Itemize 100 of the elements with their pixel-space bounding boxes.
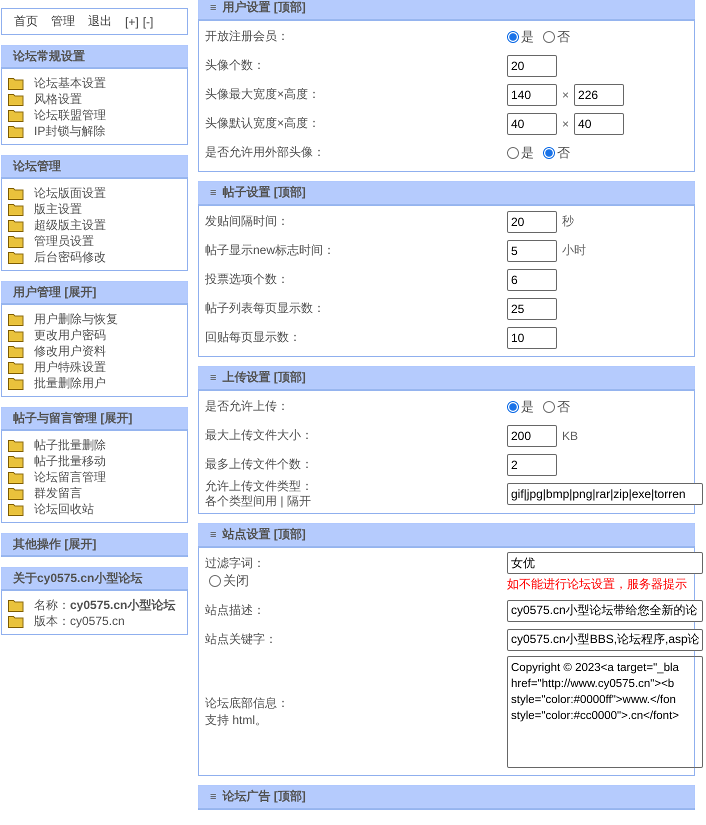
unit-label: 小时 (562, 242, 586, 259)
times-sign: × (562, 88, 570, 102)
nav-link[interactable]: 退出 (88, 13, 112, 30)
folder-icon (8, 454, 24, 468)
input-field[interactable]: gif|jpg|bmp|png|rar|zip|exe|torren (507, 483, 703, 505)
sidebar-header[interactable]: 用户管理 [展开] (1, 281, 188, 305)
setting-label: 论坛底部信息： (205, 695, 290, 712)
section-title[interactable]: 论坛广告 [顶部] (222, 788, 306, 805)
input-field[interactable]: 20 (507, 54, 557, 76)
input-field[interactable]: 20 (507, 210, 557, 232)
sidebar-item[interactable]: 版主设置 (34, 200, 82, 218)
menu-icon: ≡ (210, 790, 216, 802)
folder-icon (8, 328, 24, 342)
menu-icon: ≡ (210, 186, 216, 198)
setting-label: 帖子列表每页显示数： (205, 300, 326, 317)
sidebar-item[interactable]: 用户特殊设置 (34, 358, 106, 376)
sidebar-item[interactable]: 名称：cy0575.cn小型论坛 (34, 596, 176, 614)
folder-icon (8, 250, 24, 264)
radio-option[interactable]: 否 (543, 398, 570, 416)
menu-icon: ≡ (210, 528, 216, 540)
setting-label: 是否允许用外部头像： (205, 144, 326, 161)
setting-label: 开放注册会员： (205, 28, 290, 45)
input-field[interactable]: 10 (507, 326, 557, 348)
folder-icon (8, 344, 24, 358)
folder-icon (8, 312, 24, 326)
sidebar-item[interactable]: 帖子批量移动 (34, 452, 106, 470)
nav-link[interactable]: [+] (125, 14, 139, 28)
setting-note: 支持 html。 (205, 712, 268, 729)
folder-icon (8, 486, 24, 500)
sidebar-header[interactable]: 论坛管理 (1, 155, 188, 179)
nav-link[interactable]: [-] (142, 14, 154, 28)
times-sign: × (562, 116, 570, 130)
setting-label: 回贴每页显示数： (205, 329, 302, 346)
nav-link[interactable]: 首页 (14, 13, 38, 30)
sidebar-item[interactable]: 修改用户资料 (34, 342, 106, 360)
section-title[interactable]: 帖子设置 [顶部] (222, 184, 306, 201)
setting-label: 头像默认宽度×高度： (205, 115, 322, 132)
radio-option[interactable]: 否 (543, 28, 570, 46)
setting-label: 允许上传文件类型： (205, 479, 314, 494)
sidebar-item[interactable]: 风格设置 (34, 90, 82, 108)
section-title[interactable]: 站点设置 [顶部] (222, 526, 306, 543)
sidebar-header[interactable]: 其他操作 [展开] (1, 533, 188, 557)
radio-option[interactable]: 否 (543, 144, 570, 162)
sidebar-item[interactable]: IP封锁与解除 (34, 122, 106, 140)
sidebar-item[interactable]: 超级版主设置 (34, 216, 106, 234)
sidebar-item[interactable]: 论坛回收站 (34, 500, 94, 518)
setting-label: 头像个数： (205, 57, 266, 74)
input-field[interactable]: 25 (507, 298, 557, 320)
setting-label: 最大上传文件大小： (205, 427, 314, 444)
input-field[interactable]: 2 (507, 454, 557, 476)
text-area[interactable]: Copyright © 2023<a target="_bla href="http://www.cy0575.cn"><b style="color:#0000ff">www.</fon style="color:#cc0000">.cn</font> (507, 656, 703, 768)
radio-option[interactable]: 是 (507, 398, 534, 416)
sidebar-item[interactable]: 论坛基本设置 (34, 74, 106, 92)
menu-icon: ≡ (210, 2, 216, 14)
unit-label: 秒 (562, 213, 574, 230)
sidebar-item[interactable]: 论坛版面设置 (34, 184, 106, 202)
unit-label: KB (562, 428, 578, 442)
sidebar-item[interactable]: 论坛留言管理 (34, 468, 106, 486)
sidebar-item[interactable]: 群发留言 (34, 484, 82, 502)
folder-icon (8, 202, 24, 216)
folder-icon (8, 124, 24, 138)
sidebar-item[interactable]: 更改用户密码 (34, 326, 106, 344)
sidebar-item[interactable]: 批量删除用户 (34, 374, 106, 392)
sidebar-header[interactable]: 论坛常规设置 (1, 45, 188, 69)
section-title[interactable]: 用户设置 [顶部] (222, 0, 306, 16)
setting-note: 各个类型间用 | 隔开 (205, 494, 312, 509)
setting-label: 站点描述： (205, 603, 266, 618)
radio-option[interactable]: 是 (507, 144, 534, 162)
input-field[interactable]: 40 (507, 112, 557, 134)
input-field[interactable]: 40 (574, 112, 624, 134)
radio-option[interactable]: 关闭 (209, 572, 503, 590)
sidebar-item[interactable]: 版本：cy0575.cn (34, 612, 125, 630)
setting-label: 过滤字词： (205, 555, 266, 572)
input-field[interactable]: cy0575.cn小型论坛带给您全新的论 (507, 600, 703, 622)
section-title[interactable]: 上传设置 [顶部] (222, 369, 306, 386)
setting-label: 头像最大宽度×高度： (205, 86, 322, 103)
input-field[interactable]: 5 (507, 240, 557, 262)
folder-icon (8, 186, 24, 200)
setting-label: 是否允许上传： (205, 398, 290, 415)
input-field[interactable]: 140 (507, 84, 557, 106)
nav-link[interactable]: 管理 (51, 13, 75, 30)
sidebar-item[interactable]: 帖子批量删除 (34, 436, 106, 454)
input-field[interactable]: 200 (507, 424, 557, 446)
input-field[interactable]: 6 (507, 268, 557, 290)
folder-icon (8, 234, 24, 248)
folder-icon (8, 598, 24, 612)
sidebar-item[interactable]: 论坛联盟管理 (34, 106, 106, 124)
input-field[interactable]: cy0575.cn小型BBS,论坛程序,asp论 (507, 628, 703, 650)
setting-label: 帖子显示new标志时间： (205, 242, 336, 259)
sidebar-item[interactable]: 管理员设置 (34, 232, 94, 250)
folder-icon (8, 438, 24, 452)
sidebar-header[interactable]: 关于cy0575.cn小型论坛 (1, 567, 188, 591)
input-field[interactable]: 女优 (507, 552, 703, 574)
sidebar-item[interactable]: 用户删除与恢复 (34, 310, 118, 328)
input-field[interactable]: 226 (574, 84, 624, 106)
sidebar-header[interactable]: 帖子与留言管理 [展开] (1, 407, 188, 431)
sidebar-item[interactable]: 后台密码修改 (34, 248, 106, 266)
setting-label: 最多上传文件个数： (205, 456, 314, 473)
menu-icon: ≡ (210, 372, 216, 384)
radio-option[interactable]: 是 (507, 28, 534, 46)
